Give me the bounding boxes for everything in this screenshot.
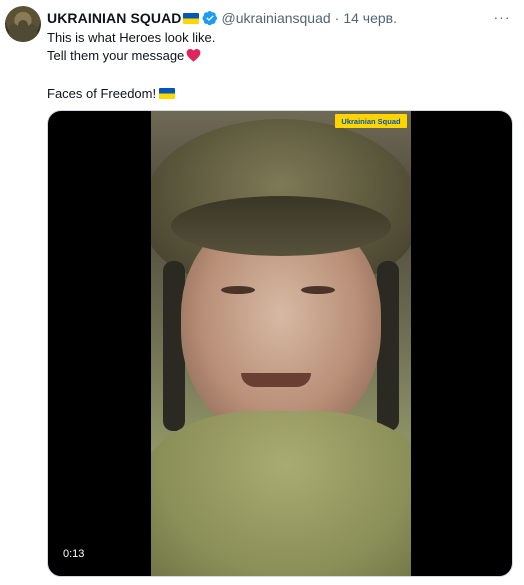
ukraine-flag-icon (159, 88, 176, 99)
tweet-line-3: Faces of Freedom! (47, 85, 215, 103)
ukraine-flag-icon (182, 12, 199, 24)
author-avatar[interactable] (5, 6, 41, 42)
tweet-header: UKRAINIAN SQUAD @ukrainiansquad · 14 чер… (47, 9, 397, 27)
author-name[interactable]: UKRAINIAN SQUAD (47, 10, 182, 26)
watermark-logo: Ukrainian Squad (335, 114, 407, 128)
video-frame: Ukrainian Squad (151, 111, 411, 576)
tweet-date[interactable]: 14 черв. (343, 10, 397, 26)
author-handle[interactable]: @ukrainiansquad (222, 10, 331, 26)
more-options-icon[interactable]: ··· (494, 9, 510, 25)
tweet-line-1: This is what Heroes look like. (47, 30, 216, 45)
red-heart-icon (186, 48, 201, 67)
tweet-text: This is what Heroes look like. Tell them… (47, 29, 215, 103)
verified-badge-icon (201, 10, 218, 26)
video-player[interactable]: Ukrainian Squad 0:13 (47, 110, 513, 577)
tweet-card[interactable]: UKRAINIAN SQUAD @ukrainiansquad · 14 чер… (0, 0, 524, 585)
tweet-line-2: Tell them your message (47, 47, 215, 67)
video-duration: 0:13 (59, 546, 89, 562)
separator-dot: · (334, 10, 340, 26)
